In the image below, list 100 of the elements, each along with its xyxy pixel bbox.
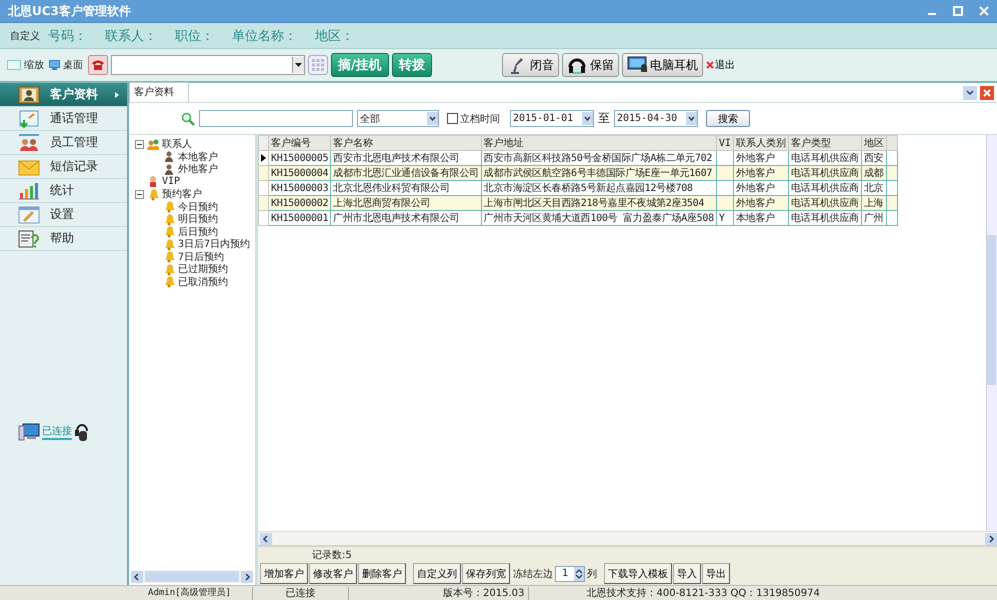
field-label: 号码：: [48, 28, 87, 44]
tree-item[interactable]: 已取消预约: [178, 274, 228, 289]
chevron-down-icon: [427, 112, 438, 125]
tree-item[interactable]: 明日预约: [178, 212, 218, 226]
status-text: Admin[高级管理员]: [127, 586, 253, 600]
action-button[interactable]: 下载导入模板: [604, 563, 672, 584]
sidebar-item[interactable]: 客户资料: [0, 83, 127, 107]
zoom-icon[interactable]: [7, 60, 21, 70]
checkbox-label: 立档时间: [460, 112, 500, 126]
bell-icon: [163, 275, 175, 288]
close-icon[interactable]: [980, 86, 994, 100]
table-cell: KH15000002: [268, 196, 331, 210]
desktop-icon[interactable]: [49, 60, 60, 70]
tree-item[interactable]: 7日后预约: [178, 250, 224, 264]
phone-number-field[interactable]: [111, 55, 305, 75]
tree-item[interactable]: 预约客户: [162, 187, 202, 202]
type-dropdown[interactable]: 全部: [357, 110, 439, 127]
sidebar-item[interactable]: 帮助: [0, 227, 127, 251]
sidebar-item[interactable]: 统计: [0, 179, 127, 203]
checkbox[interactable]: [447, 113, 458, 124]
search-field[interactable]: [199, 110, 353, 127]
action-button[interactable]: 增加客户: [260, 563, 308, 584]
table-cell: 外地客户: [733, 166, 788, 180]
tree-item[interactable]: 外地客户: [178, 162, 218, 176]
table-cell: 成都市北恩汇业通信设备有限公司: [330, 166, 482, 180]
device-button[interactable]: 保留: [562, 53, 619, 77]
number-spinner[interactable]: 1: [555, 566, 585, 582]
tree-item[interactable]: 3日后7日内预约: [178, 237, 250, 252]
column-header[interactable]: 客户类型: [788, 136, 862, 150]
bell-icon: [147, 188, 159, 201]
sidebar-item[interactable]: 员工管理: [0, 131, 127, 155]
person-icon: [163, 162, 175, 176]
maximize-icon[interactable]: [953, 6, 963, 16]
table-cell: 成都: [861, 166, 886, 180]
column-header[interactable]: 客户编号: [268, 136, 331, 150]
tree-item[interactable]: 联系人: [162, 137, 192, 152]
exit-button[interactable]: 退出: [706, 58, 735, 72]
sidebar-item[interactable]: 设置: [0, 203, 127, 227]
action-button[interactable]: 保存列宽: [462, 563, 510, 584]
column-header[interactable]: 客户名称: [330, 136, 482, 150]
people-icon: [18, 132, 40, 152]
device-button[interactable]: 闭音: [502, 53, 559, 77]
desktop-label[interactable]: 桌面: [63, 58, 83, 72]
customize-label[interactable]: 自定义: [10, 28, 40, 42]
search-icon: [181, 112, 195, 126]
tab[interactable]: 客户资料: [129, 82, 189, 102]
date-picker[interactable]: 2015-01-01: [510, 110, 594, 127]
keypad-icon[interactable]: [308, 55, 328, 75]
column-header[interactable]: 联系人类别: [733, 136, 788, 150]
computer-icon: [18, 422, 40, 442]
wrench-window-icon: [18, 204, 40, 224]
field-label: 联系人：: [105, 28, 157, 44]
action-button[interactable]: 导出: [702, 563, 730, 584]
action-button[interactable]: 导入: [673, 563, 701, 584]
column-header[interactable]: 地区: [861, 136, 886, 150]
connection-status: 已连接: [42, 424, 72, 440]
tree-item[interactable]: 后日预约: [178, 224, 218, 239]
dropdown-icon: [295, 63, 302, 67]
table-cell: 上海: [861, 196, 886, 210]
range-label: 至: [598, 110, 610, 127]
close-icon[interactable]: [979, 6, 989, 16]
table-cell: 广州市北恩电声技术有限公司: [330, 210, 482, 226]
bar-chart-icon: [18, 180, 40, 200]
tree-item[interactable]: 今日预约: [178, 200, 218, 214]
sidebar-item[interactable]: 短信记录: [0, 155, 127, 179]
field-label: 职位：: [175, 28, 214, 44]
collapse-icon[interactable]: [135, 140, 144, 149]
headset-icon: [74, 421, 90, 443]
tree-item[interactable]: 本地客户: [178, 150, 218, 164]
field-label: 单位名称：: [232, 28, 297, 44]
horizontal-scrollbar[interactable]: [258, 531, 997, 545]
bell-icon: [163, 250, 175, 264]
action-button[interactable]: 删除客户: [358, 563, 406, 584]
person-icon: [163, 150, 175, 164]
date-picker[interactable]: 2015-04-30: [614, 110, 698, 127]
tree-item[interactable]: 已过期预约: [178, 262, 228, 276]
action-button[interactable]: 修改客户: [309, 563, 357, 584]
chevron-down-icon[interactable]: [963, 86, 977, 100]
table-cell: 电话耳机供应商: [788, 210, 862, 226]
action-button[interactable]: 自定义列: [413, 563, 461, 584]
zoom-label[interactable]: 缩放: [24, 58, 44, 72]
bell-icon: [163, 262, 175, 276]
table-cell: Y: [716, 210, 734, 226]
column-header[interactable]: VI: [716, 136, 734, 150]
chevron-down-icon: [686, 112, 697, 125]
record-count: 记录数:5: [312, 548, 352, 562]
column-header[interactable]: 客户地址: [481, 136, 716, 150]
search-button[interactable]: 搜索: [706, 110, 750, 127]
tree-item[interactable]: VIP: [162, 176, 180, 188]
bell-icon: [163, 200, 175, 214]
table-cell: KH15000004: [268, 166, 331, 180]
collapse-icon[interactable]: [135, 190, 144, 199]
close-icon: [706, 61, 714, 69]
sidebar-item[interactable]: 通话管理: [0, 107, 127, 131]
device-button[interactable]: 电脑耳机: [622, 53, 703, 77]
phone-icon[interactable]: [88, 55, 108, 75]
vertical-scrollbar[interactable]: [986, 135, 997, 531]
bell-icon: [163, 212, 175, 226]
horizontal-scrollbar[interactable]: [131, 570, 253, 583]
table-cell: 电话耳机供应商: [788, 196, 862, 210]
